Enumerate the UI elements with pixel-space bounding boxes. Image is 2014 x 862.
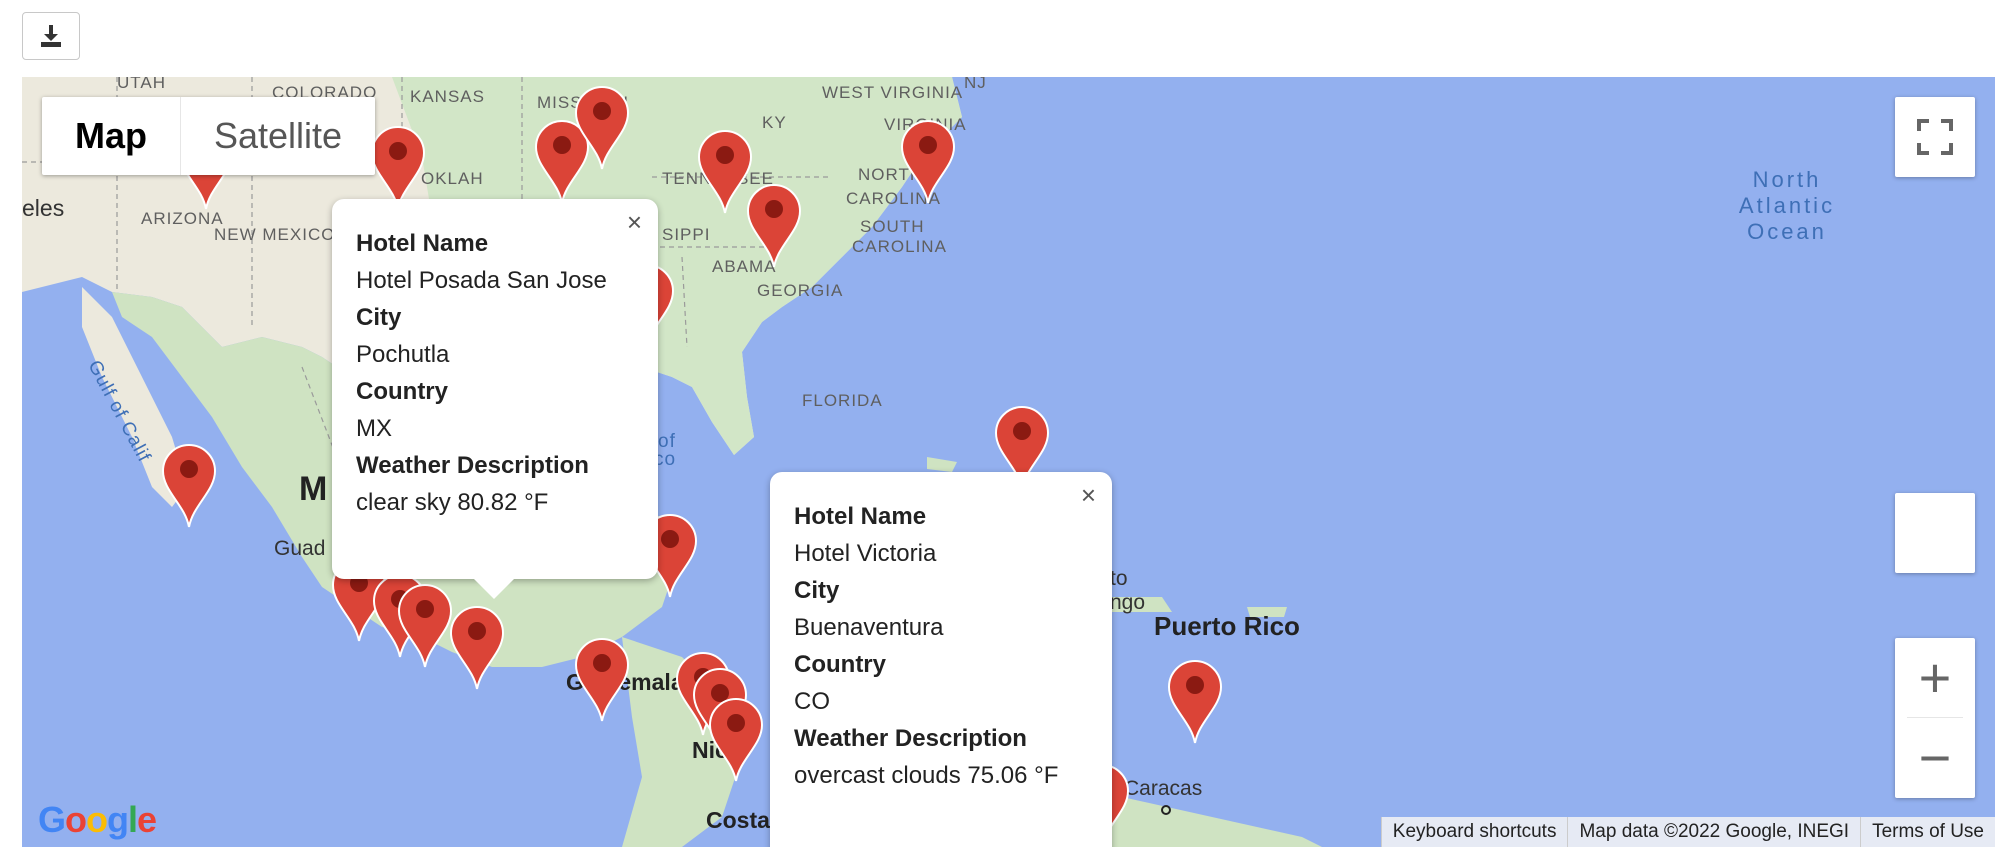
map-marker[interactable] <box>746 184 802 268</box>
hotel-name-value: Hotel Posada San Jose <box>356 267 607 294</box>
map-data-text: Map data ©2022 Google, INEGI <box>1567 817 1860 847</box>
map-type-control: Map Satellite <box>42 97 376 175</box>
google-logo: Google <box>38 799 157 840</box>
map-marker[interactable] <box>449 606 505 690</box>
city-value: Pochutla <box>356 341 450 368</box>
info-close-button[interactable]: × <box>1081 482 1096 508</box>
hotel-name-label: Hotel Name <box>794 503 927 530</box>
map-marker[interactable] <box>900 120 956 204</box>
map-marker[interactable] <box>370 126 426 210</box>
map-marker[interactable] <box>161 444 217 528</box>
zoom-control: + − <box>1895 638 1975 798</box>
weather-value: overcast clouds 75.06 °F <box>794 762 1059 789</box>
map-type-map-button[interactable]: Map <box>42 97 181 175</box>
zoom-out-button[interactable]: − <box>1895 718 1975 798</box>
country-value: MX <box>356 415 392 442</box>
hotel-name-value: Hotel Victoria <box>794 540 937 567</box>
map-type-satellite-button[interactable]: Satellite <box>181 97 375 175</box>
map-marker[interactable] <box>574 638 630 722</box>
weather-label: Weather Description <box>356 452 589 479</box>
info-window-pochutla: × Hotel Name Hotel Posada San Jose City … <box>332 199 658 599</box>
city-value: Buenaventura <box>794 614 944 641</box>
weather-value: clear sky 80.82 °F <box>356 489 549 516</box>
info-window-buenaventura: × Hotel Name Hotel Victoria City Buenave… <box>770 472 1112 847</box>
weather-label: Weather Description <box>794 725 1027 752</box>
country-label: Country <box>794 651 886 678</box>
fullscreen-button[interactable] <box>1895 97 1975 177</box>
zoom-in-button[interactable]: + <box>1895 638 1975 717</box>
map-marker[interactable] <box>397 584 453 668</box>
street-view-button[interactable] <box>1895 493 1975 573</box>
keyboard-shortcuts-link[interactable]: Keyboard shortcuts <box>1380 817 1568 847</box>
country-label: Country <box>356 378 448 405</box>
map-canvas[interactable]: UTAH COLORADO KANSAS MISSOURI WEST VIRGI… <box>22 77 1995 847</box>
hotel-name-label: Hotel Name <box>356 230 489 257</box>
download-icon <box>41 25 61 47</box>
map-marker[interactable] <box>1167 660 1223 744</box>
country-value: CO <box>794 688 830 715</box>
info-close-button[interactable]: × <box>627 209 642 235</box>
download-button[interactable] <box>22 12 80 60</box>
city-label: City <box>356 304 402 331</box>
terms-of-use-link[interactable]: Terms of Use <box>1860 817 1995 847</box>
map-marker[interactable] <box>697 130 753 214</box>
map-attribution: Keyboard shortcuts Map data ©2022 Google… <box>1380 817 1995 847</box>
map-marker[interactable] <box>708 698 764 782</box>
city-label: City <box>794 577 840 604</box>
fullscreen-icon <box>1917 119 1953 155</box>
map-marker[interactable] <box>534 120 590 204</box>
info-tail <box>474 579 514 599</box>
